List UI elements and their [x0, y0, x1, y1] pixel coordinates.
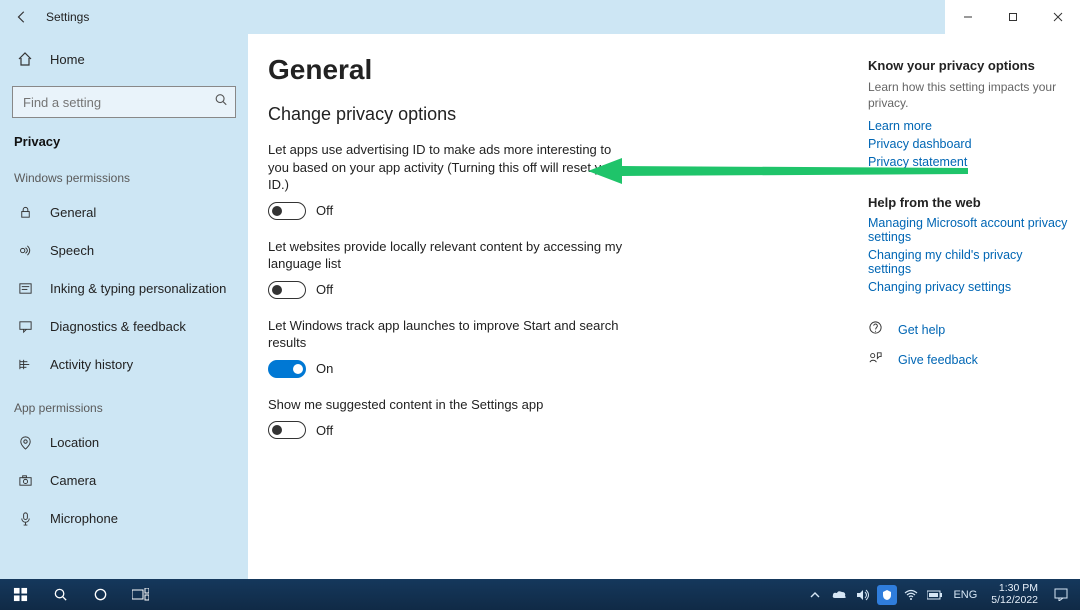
minimize-button[interactable] — [945, 0, 990, 34]
tray-time: 1:30 PM — [991, 583, 1038, 595]
tray-battery-icon[interactable] — [925, 579, 945, 610]
link-help-3[interactable]: Changing privacy settings — [868, 280, 1068, 294]
sidebar-item-camera[interactable]: Camera — [0, 461, 248, 499]
sidebar-home[interactable]: Home — [0, 40, 248, 78]
tray-clock[interactable]: 1:30 PM 5/12/2022 — [985, 583, 1044, 606]
link-privacy-dashboard[interactable]: Privacy dashboard — [868, 137, 1068, 151]
setting-language-list: Let websites provide locally relevant co… — [268, 238, 628, 299]
tray-notifications-icon[interactable] — [1048, 579, 1074, 610]
setting-track-launches: Let Windows track app launches to improv… — [268, 317, 628, 378]
info-text: Learn how this setting impacts your priv… — [868, 79, 1068, 111]
sidebar-section-app: App permissions — [0, 383, 248, 423]
sidebar-item-location[interactable]: Location — [0, 423, 248, 461]
toggle-state-label: Off — [316, 423, 333, 438]
sidebar-item-label: Location — [50, 435, 99, 450]
info-heading: Know your privacy options — [868, 58, 1068, 73]
toggle-state-label: On — [316, 361, 333, 376]
setting-desc: Let Windows track app launches to improv… — [268, 317, 628, 352]
link-help-2[interactable]: Changing my child's privacy settings — [868, 248, 1068, 276]
lock-icon — [14, 205, 36, 220]
tray-onedrive-icon[interactable] — [829, 579, 849, 610]
sidebar-item-general[interactable]: General — [0, 193, 248, 231]
help-icon — [868, 320, 886, 340]
search-container — [12, 86, 236, 118]
toggle-track-launches[interactable] — [268, 360, 306, 378]
sidebar-item-label: Diagnostics & feedback — [50, 319, 186, 334]
sidebar-category: Privacy — [0, 124, 248, 153]
content-area: General Change privacy options Let apps … — [248, 34, 1080, 579]
feedback-icon — [14, 319, 36, 334]
inking-icon — [14, 281, 36, 296]
sidebar-section-windows: Windows permissions — [0, 153, 248, 193]
sidebar: Home Privacy Windows permissions General… — [0, 34, 248, 579]
toggle-suggested-content[interactable] — [268, 421, 306, 439]
feedback-icon — [868, 350, 886, 370]
close-button[interactable] — [1035, 0, 1080, 34]
tray-chevron-icon[interactable] — [805, 579, 825, 610]
tray-language[interactable]: ENG — [949, 579, 981, 610]
tray-security-icon[interactable] — [877, 579, 897, 610]
setting-desc: Show me suggested content in the Setting… — [268, 396, 628, 414]
sidebar-item-label: Camera — [50, 473, 96, 488]
toggle-state-label: Off — [316, 203, 333, 218]
start-button[interactable] — [0, 579, 40, 610]
location-icon — [14, 435, 36, 450]
toggle-state-label: Off — [316, 282, 333, 297]
get-help-link[interactable]: Get help — [898, 323, 945, 337]
sidebar-item-label: Microphone — [50, 511, 118, 526]
link-help-1[interactable]: Managing Microsoft account privacy setti… — [868, 216, 1068, 244]
microphone-icon — [14, 511, 36, 526]
tray-date: 5/12/2022 — [991, 595, 1038, 607]
setting-suggested-content: Show me suggested content in the Setting… — [268, 396, 628, 440]
sidebar-item-diagnostics[interactable]: Diagnostics & feedback — [0, 307, 248, 345]
tray-volume-icon[interactable] — [853, 579, 873, 610]
sidebar-item-label: Activity history — [50, 357, 133, 372]
setting-desc: Let websites provide locally relevant co… — [268, 238, 628, 273]
search-input[interactable] — [12, 86, 236, 118]
sidebar-item-speech[interactable]: Speech — [0, 231, 248, 269]
search-icon — [214, 93, 228, 112]
tray-wifi-icon[interactable] — [901, 579, 921, 610]
help-heading: Help from the web — [868, 195, 1068, 210]
sidebar-item-inking[interactable]: Inking & typing personalization — [0, 269, 248, 307]
back-button[interactable] — [8, 10, 36, 24]
speech-icon — [14, 243, 36, 258]
give-feedback-row[interactable]: Give feedback — [868, 350, 1068, 370]
info-panel: Know your privacy options Learn how this… — [868, 54, 1068, 579]
setting-desc: Let apps use advertising ID to make ads … — [268, 141, 628, 194]
sidebar-home-label: Home — [50, 52, 85, 67]
window-titlebar: Settings — [0, 0, 1080, 34]
sidebar-item-label: General — [50, 205, 96, 220]
link-privacy-statement[interactable]: Privacy statement — [868, 155, 1068, 169]
maximize-button[interactable] — [990, 0, 1035, 34]
sidebar-item-label: Inking & typing personalization — [50, 281, 226, 296]
sidebar-item-label: Speech — [50, 243, 94, 258]
page-subtitle: Change privacy options — [268, 104, 868, 125]
history-icon — [14, 357, 36, 372]
taskbar-taskview[interactable] — [120, 579, 160, 610]
home-icon — [14, 51, 36, 67]
give-feedback-link[interactable]: Give feedback — [898, 353, 978, 367]
taskbar: ENG 1:30 PM 5/12/2022 — [0, 579, 1080, 610]
toggle-language-list[interactable] — [268, 281, 306, 299]
taskbar-search[interactable] — [40, 579, 80, 610]
setting-advertising-id: Let apps use advertising ID to make ads … — [268, 141, 628, 220]
get-help-row[interactable]: Get help — [868, 320, 1068, 340]
toggle-advertising-id[interactable] — [268, 202, 306, 220]
sidebar-item-microphone[interactable]: Microphone — [0, 499, 248, 537]
taskbar-cortana[interactable] — [80, 579, 120, 610]
sidebar-item-activity[interactable]: Activity history — [0, 345, 248, 383]
link-learn-more[interactable]: Learn more — [868, 119, 1068, 133]
page-title: General — [268, 54, 868, 86]
window-title: Settings — [46, 10, 89, 24]
camera-icon — [14, 473, 36, 488]
